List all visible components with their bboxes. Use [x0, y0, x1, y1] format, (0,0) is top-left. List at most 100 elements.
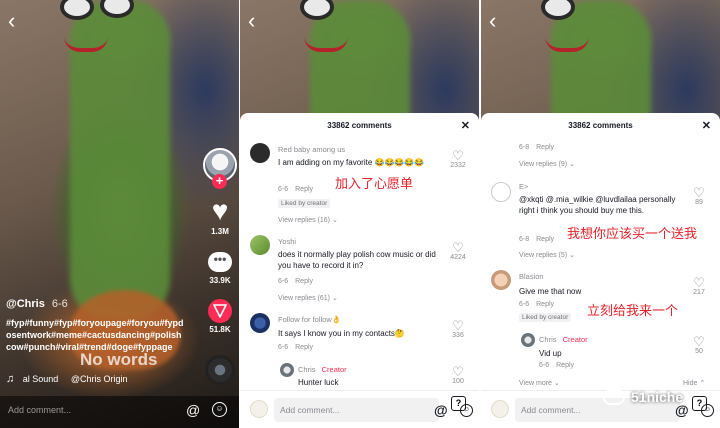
comment-sheet: 33862 comments ✕ 6-8 Reply View replies (… — [481, 113, 720, 428]
comments-panel-1: ‹ 33862 comments ✕ Red baby among us I a… — [240, 0, 479, 428]
comment-count: 33.9K — [209, 276, 231, 285]
video-panel-main: ‹ + ♥ 1.3M ••• 33.9K 51.8K @Chris 6-6 #f… — [0, 0, 239, 428]
heart-outline-icon[interactable]: ♡ — [443, 365, 473, 378]
commenter-name[interactable]: E> — [519, 182, 528, 191]
comment-like[interactable]: ♡ 100 — [443, 365, 473, 385]
comment-text: It says I know you in my contacts🤔 — [278, 329, 405, 338]
view-replies-button[interactable]: View replies (61) ⌄ — [278, 294, 338, 302]
mention-at-icon[interactable]: @ — [434, 402, 448, 418]
comment-date: 6-6 — [278, 186, 289, 193]
mention-at-icon[interactable]: @ — [186, 402, 200, 418]
overlay-text: No words — [80, 350, 158, 369]
comment-sheet: 33862 comments ✕ Red baby among us I am … — [240, 113, 479, 428]
reply-button[interactable]: Reply — [536, 301, 554, 308]
back-chevron-icon[interactable]: ‹ — [248, 10, 255, 32]
question-mention-icon[interactable]: ? — [692, 396, 707, 411]
close-icon[interactable]: ✕ — [461, 113, 470, 139]
creator-tag: Creator — [321, 365, 347, 374]
commenter-avatar[interactable] — [280, 363, 294, 377]
close-icon[interactable]: ✕ — [702, 113, 711, 139]
reply-button[interactable]: Reply — [295, 278, 313, 285]
comment-text: Give me that now — [519, 287, 582, 296]
commenter-name[interactable]: Chris Creator — [298, 365, 347, 374]
comment-like[interactable]: ♡ 50 — [684, 335, 714, 355]
comment-date: 6-6 — [278, 344, 289, 351]
comment-meta: 6-6 Reply — [519, 301, 554, 308]
comment-meta: 6-6 Reply — [278, 186, 313, 193]
comment-icon[interactable]: ••• — [204, 252, 236, 272]
heart-outline-icon[interactable]: ♡ — [443, 241, 473, 254]
comment-like-count: 217 — [693, 289, 705, 296]
comment-like-count: 50 — [695, 348, 703, 355]
music-note-icon: ♫ — [6, 373, 15, 385]
comment-like[interactable]: ♡ 89 — [684, 186, 714, 206]
reply-button[interactable]: Reply — [536, 236, 554, 243]
comment-text: Vid up — [539, 349, 562, 358]
view-replies-button[interactable]: View replies (5) ⌄ — [519, 251, 575, 259]
comments-panel-2: ‹ 33862 comments ✕ 6-8 Reply View replies… — [481, 0, 720, 428]
commenter-avatar[interactable] — [491, 182, 511, 202]
follow-plus-icon[interactable]: + — [212, 174, 227, 189]
back-chevron-icon[interactable]: ‹ — [489, 10, 496, 32]
share-icon[interactable] — [204, 299, 236, 323]
view-replies-button[interactable]: View replies (9) ⌄ — [519, 160, 575, 168]
add-comment-input[interactable]: Add comment... @ ☺ — [274, 398, 473, 422]
heart-outline-icon[interactable]: ♡ — [684, 335, 714, 348]
reply-button[interactable]: Reply — [295, 344, 313, 351]
comment-like[interactable]: ♡ 217 — [684, 276, 714, 296]
reply-button[interactable]: Reply — [295, 186, 313, 193]
heart-outline-icon[interactable]: ♡ — [684, 186, 714, 199]
comment-like-count: 100 — [452, 378, 464, 385]
comment-date: 6-8 — [519, 236, 530, 243]
commenter-name[interactable]: Follow for follow👌 — [278, 315, 341, 324]
like-heart-icon[interactable]: ♥ — [204, 197, 236, 225]
commenter-name[interactable]: Yoshi — [278, 237, 296, 246]
back-chevron-icon[interactable]: ‹ — [8, 10, 15, 32]
video-caption[interactable]: #fyp#funny#fyp#foryoupage#foryou#fypdose… — [6, 317, 186, 353]
commenter-avatar[interactable] — [250, 143, 270, 163]
comment-date: 6-6 — [278, 278, 289, 285]
emoji-icon[interactable]: ☺ — [212, 402, 227, 417]
video-author[interactable]: @Chris 6-6 — [6, 298, 68, 310]
comment-text: Hunter luck — [298, 378, 339, 387]
liked-by-creator-badge: Liked by creator — [519, 313, 572, 322]
comment-like[interactable]: ♡ 4224 — [443, 241, 473, 261]
comment-text: does it normally play polish cow music o… — [278, 250, 436, 270]
reply-button[interactable]: Reply — [536, 144, 554, 151]
wechat-icon — [603, 389, 625, 405]
hide-button[interactable]: Hide ⌃ — [683, 379, 705, 387]
view-more-button[interactable]: View more ⌄ — [519, 379, 560, 387]
comment-date: 6-8 — [519, 144, 530, 151]
commenter-avatar[interactable] — [521, 333, 535, 347]
comment-text: @xkqti @.mia_wilkie @luvdlailaa personal… — [519, 195, 676, 215]
site-watermark-text: 51niche — [631, 389, 684, 405]
view-replies-button[interactable]: View replies (16) ⌄ — [278, 216, 338, 224]
commenter-name[interactable]: Chris Creator — [539, 335, 588, 344]
comment-meta: 6-6 Reply — [278, 344, 313, 351]
comment-meta: 6-8 Reply — [519, 144, 554, 151]
comment-like[interactable]: ♡ 336 — [443, 319, 473, 339]
heart-outline-icon[interactable]: ♡ — [443, 319, 473, 332]
comment-input-bar: Add comment... @ ☺ ? — [481, 390, 720, 428]
music-disc-icon[interactable] — [205, 355, 235, 385]
liked-by-creator-badge: Liked by creator — [278, 199, 331, 208]
comment-like[interactable]: ♡ 2332 — [443, 149, 473, 169]
commenter-name[interactable]: Blasion — [519, 272, 544, 281]
reply-button[interactable]: Reply — [556, 362, 574, 369]
comment-like-count: 89 — [695, 199, 703, 206]
commenter-avatar[interactable] — [491, 270, 511, 290]
heart-outline-icon[interactable]: ♡ — [443, 149, 473, 162]
commenter-avatar[interactable] — [250, 313, 270, 333]
heart-outline-icon[interactable]: ♡ — [684, 276, 714, 289]
comment-input-bar: Add comment... @ ☺ ? — [240, 390, 479, 428]
commenter-avatar[interactable] — [250, 235, 270, 255]
author-username[interactable]: @Chris — [6, 298, 45, 310]
comment-like-count: 336 — [452, 332, 464, 339]
music-info[interactable]: ♫ al Sound @Chris Origin — [6, 373, 127, 385]
like-count: 1.3M — [211, 227, 229, 236]
share-count: 51.8K — [209, 325, 231, 334]
commenter-name[interactable]: Red baby among us — [278, 145, 345, 154]
add-comment-input[interactable]: Add comment... — [8, 405, 71, 415]
question-mention-icon[interactable]: ? — [451, 396, 466, 411]
comment-sheet-header: 33862 comments ✕ — [481, 113, 720, 139]
